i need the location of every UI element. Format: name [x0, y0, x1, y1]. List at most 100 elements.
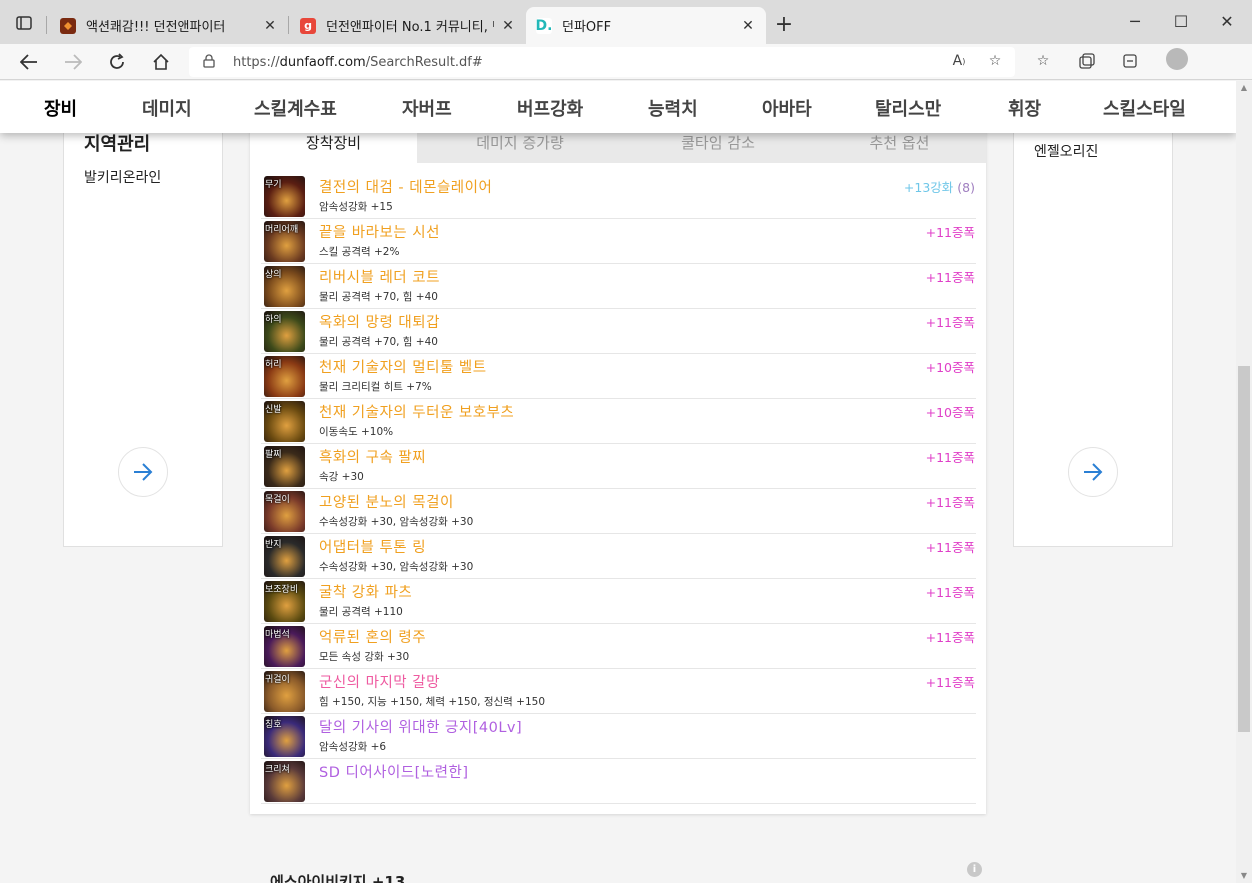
read-aloud-icon[interactable]: A)	[947, 49, 971, 73]
menu-item-skill-coefficients[interactable]: 스킬계수표	[254, 95, 337, 121]
equipment-item-icon[interactable]: 크리쳐	[264, 761, 305, 802]
url-text: https://dunfaoff.com/SearchResult.df#	[233, 55, 483, 70]
extensions-icon[interactable]	[1118, 49, 1142, 73]
arrow-right-icon	[1084, 463, 1103, 481]
item-name[interactable]: 고양된 분노의 목걸이	[319, 491, 454, 512]
page-viewport: 장비 데미지 스킬계수표 자버프 버프강화 능력치 아바타 탈리스만 휘장 스킬…	[0, 81, 1236, 883]
item-name[interactable]: 리버시블 레더 코트	[319, 266, 440, 287]
minimize-button[interactable]: ─	[1112, 8, 1158, 36]
item-name[interactable]: 끝을 바라보는 시선	[319, 221, 440, 242]
dnf-favicon-icon	[60, 17, 76, 34]
home-icon[interactable]	[148, 49, 174, 75]
address-bar[interactable]: https://dunfaoff.com/SearchResult.df#	[189, 47, 1015, 77]
tab-actions-icon[interactable]	[10, 12, 38, 34]
menu-item-talisman[interactable]: 탈리스만	[875, 95, 941, 121]
item-option: 암속성강화 +15	[319, 201, 393, 213]
item-name[interactable]: SD 디어사이드[노련한]	[319, 761, 469, 782]
item-name[interactable]: 군신의 마지막 갈망	[319, 671, 440, 692]
equipment-item-icon[interactable]: 반지	[264, 536, 305, 577]
forward-arrow-icon[interactable]	[60, 49, 86, 75]
item-name[interactable]: 결전의 대검 - 데몬슬레이어	[319, 176, 492, 197]
scroll-up-icon[interactable]: ▲	[1236, 81, 1252, 95]
item-enhance: +11증폭	[926, 672, 975, 691]
refresh-icon[interactable]	[104, 49, 130, 75]
profile-avatar-icon[interactable]	[1166, 48, 1188, 70]
equipment-item-icon[interactable]: 머리어깨	[264, 221, 305, 262]
collections-icon[interactable]	[1075, 49, 1099, 73]
left-panel-server: 발키리온라인	[84, 170, 162, 186]
equipment-row[interactable]: 신발 천재 기술자의 두터운 보호부츠 이동속도 +10% +10증폭	[261, 399, 976, 444]
equipment-item-icon[interactable]: 보조장비	[264, 581, 305, 622]
equipment-item-icon[interactable]: 무기	[264, 176, 305, 217]
menu-item-damage[interactable]: 데미지	[142, 95, 192, 121]
equipment-item-icon[interactable]: 상의	[264, 266, 305, 307]
new-tab-button[interactable]: +	[772, 12, 796, 37]
equipment-row[interactable]: 귀걸이 군신의 마지막 갈망힘 +150, 지능 +150, 체력 +150, 정…	[261, 669, 976, 714]
item-option: 물리 공격력 +110	[319, 606, 403, 618]
add-favorite-icon[interactable]: ☆	[983, 49, 1007, 73]
browser-tab-1[interactable]: 액션쾌감!!! 던전앤파이터 ✕	[50, 7, 288, 44]
slot-label: 허리	[265, 360, 282, 370]
equipment-item-icon[interactable]: 마법석	[264, 626, 305, 667]
tab-close-icon[interactable]: ✕	[262, 18, 278, 34]
page-scrollbar[interactable]: ▲ ▼	[1236, 81, 1252, 883]
equipment-row[interactable]: 팔찌 흑화의 구속 팔찌 속강 +30 +11증폭	[261, 444, 976, 489]
equipment-item-icon[interactable]: 하의	[264, 311, 305, 352]
slot-label: 팔찌	[265, 450, 282, 460]
equipment-row[interactable]: 반지 어댑터블 투톤 링 수속성강화 +30, 암속성강화 +30 +11증폭	[261, 534, 976, 579]
equipment-row[interactable]: 머리어깨 끝을 바라보는 시선 스킬 공격력 +2% +11증폭	[261, 219, 976, 264]
item-name[interactable]: 굴착 강화 파츠	[319, 581, 412, 602]
arrow-right-icon	[134, 463, 153, 481]
equipment-row[interactable]: 허리 천재 기술자의 멀티툴 벨트 물리 크리티컬 히트 +7% +10증폭	[261, 354, 976, 399]
item-name[interactable]: 천재 기술자의 멀티툴 벨트	[319, 356, 487, 377]
browser-tab-2[interactable]: g 던전앤파이터 No.1 커뮤니티, 던 ✕	[290, 7, 526, 44]
menu-item-equipment[interactable]: 장비	[44, 95, 77, 121]
section-heading-partial: 에스아이비키지 +13 ...	[270, 873, 428, 883]
close-window-button[interactable]: ✕	[1204, 8, 1250, 36]
item-enhance: +11증폭	[926, 492, 975, 511]
item-option: 힘 +150, 지능 +150, 체력 +150, 정신력 +150	[319, 696, 546, 708]
menu-item-skill-style[interactable]: 스킬스타일	[1103, 95, 1186, 121]
left-panel-next-button[interactable]	[118, 447, 168, 497]
equipment-row[interactable]: 목걸이 고양된 분노의 목걸이 수속성강화 +30, 암속성강화 +30 +11증폭	[261, 489, 976, 534]
equipment-item-icon[interactable]: 허리	[264, 356, 305, 397]
equipment-item-icon[interactable]: 귀걸이	[264, 671, 305, 712]
equipment-item-icon[interactable]: 목걸이	[264, 491, 305, 532]
scrollbar-thumb[interactable]	[1238, 366, 1250, 732]
equipment-row[interactable]: 크리쳐 SD 디어사이드[노련한]	[261, 759, 976, 804]
menu-item-stats[interactable]: 능력치	[648, 95, 698, 121]
equipment-row[interactable]: 하의 옥화의 망령 대퇴갑 물리 공격력 +70, 힘 +40 +11증폭	[261, 309, 976, 354]
menu-item-self-buff[interactable]: 자버프	[402, 95, 452, 121]
item-name[interactable]: 옥화의 망령 대퇴갑	[319, 311, 440, 332]
back-arrow-icon[interactable]	[16, 49, 42, 75]
tab-close-icon[interactable]: ✕	[500, 18, 516, 34]
tab-close-icon[interactable]: ✕	[740, 18, 756, 34]
left-side-panel: 지역관리 발키리온라인	[63, 91, 223, 547]
info-icon[interactable]: i	[967, 862, 982, 877]
item-name[interactable]: 천재 기술자의 두터운 보호부츠	[319, 401, 514, 422]
equipment-item-icon[interactable]: 칭호	[264, 716, 305, 757]
slot-label: 하의	[265, 315, 282, 325]
equipment-row[interactable]: 보조장비 굴착 강화 파츠 물리 공격력 +110 +11증폭	[261, 579, 976, 624]
equipment-row[interactable]: 마법석 억류된 혼의 령주 모든 속성 강화 +30 +11증폭	[261, 624, 976, 669]
equipment-row[interactable]: 상의 리버시블 레더 코트 물리 공격력 +70, 힘 +40 +11증폭	[261, 264, 976, 309]
scroll-down-icon[interactable]: ▼	[1236, 869, 1252, 883]
item-name[interactable]: 억류된 혼의 령주	[319, 626, 426, 647]
right-panel-next-button[interactable]	[1068, 447, 1118, 497]
menu-item-buff-enhance[interactable]: 버프강화	[517, 95, 583, 121]
equipment-row[interactable]: 칭호 달의 기사의 위대한 긍지[40Lv] 암속성강화 +6	[261, 714, 976, 759]
item-name[interactable]: 흑화의 구속 팔찌	[319, 446, 426, 467]
maximize-button[interactable]: ☐	[1158, 8, 1204, 36]
favorites-icon[interactable]: ☆	[1031, 49, 1055, 73]
equipment-item-icon[interactable]: 팔찌	[264, 446, 305, 487]
equipment-item-icon[interactable]: 신발	[264, 401, 305, 442]
menu-item-emblem[interactable]: 휘장	[1008, 95, 1041, 121]
equipment-row[interactable]: 무기 결전의 대검 - 데몬슬레이어 암속성강화 +15 +13강화 (8)	[261, 174, 976, 219]
enhance-level: +11증폭	[925, 315, 975, 330]
item-name[interactable]: 달의 기사의 위대한 긍지[40Lv]	[319, 716, 522, 737]
slot-label: 목걸이	[265, 495, 290, 505]
item-enhance: +11증폭	[926, 627, 975, 646]
browser-tab-3[interactable]: D. 던파OFF ✕	[526, 7, 766, 44]
menu-item-avatar[interactable]: 아바타	[762, 95, 812, 121]
item-name[interactable]: 어댑터블 투톤 링	[319, 536, 426, 557]
